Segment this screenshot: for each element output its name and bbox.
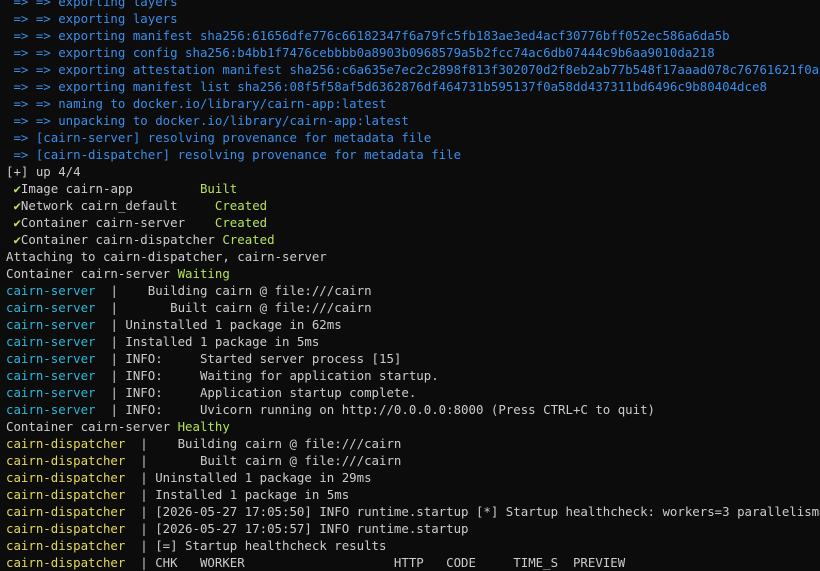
dispatcher-log-line: cairn-dispatcher | [=] Startup healthche…: [6, 537, 820, 554]
terminal-text-segment: => => exporting attestation manifest sha…: [6, 62, 820, 77]
server-log-line: cairn-server | Installed 1 package in 5m…: [6, 333, 820, 350]
terminal-text-segment: => => naming to docker.io/library/cairn-…: [6, 96, 387, 111]
terminal-text-segment: => [cairn-server] resolving provenance f…: [6, 130, 432, 145]
checkmark-icon: ✔: [6, 232, 21, 247]
terminal-text-segment: => => unpacking to docker.io/library/cai…: [6, 113, 409, 128]
terminal-text-segment: Container cairn-server: [6, 266, 178, 281]
terminal-text-segment: Healthy: [177, 419, 230, 434]
terminal-text-segment: | [=] Startup healthcheck results: [140, 538, 387, 553]
build-step-line: => => exporting manifest list sha256:08f…: [6, 78, 820, 95]
terminal-text-segment: cairn-dispatcher: [6, 555, 141, 570]
dispatcher-log-line: cairn-dispatcher | Installed 1 package i…: [6, 486, 820, 503]
terminal-text-segment: Container cairn-server: [20, 215, 215, 230]
terminal-text-segment: => => exporting config sha256:b4bb1f7476…: [6, 45, 715, 60]
terminal-text-segment: | Uninstalled 1 package in 62ms: [110, 317, 342, 332]
terminal-text-segment: cairn-server: [6, 385, 111, 400]
terminal-text-segment: cairn-server: [6, 368, 111, 383]
terminal-text-segment: cairn-dispatcher: [6, 487, 141, 502]
checkmark-icon: ✔: [6, 198, 21, 213]
server-log-line: cairn-server | Uninstalled 1 package in …: [6, 316, 820, 333]
build-step-line: => [cairn-dispatcher] resolving provenan…: [6, 146, 820, 163]
dispatcher-log-line: cairn-dispatcher | CHK WORKER HTTP CODE …: [6, 554, 820, 571]
attach-line: Attaching to cairn-dispatcher, cairn-ser…: [6, 248, 820, 265]
container-status-line: Container cairn-server Waiting: [6, 265, 820, 282]
terminal-output[interactable]: => => exporting layers => => exporting l…: [6, 0, 820, 571]
checkmark-icon: ✔: [6, 181, 21, 196]
dispatcher-log-line: cairn-dispatcher | Building cairn @ file…: [6, 435, 820, 452]
terminal-text-segment: cairn-dispatcher: [6, 538, 141, 553]
server-log-line: cairn-server | Building cairn @ file:///…: [6, 282, 820, 299]
dispatcher-log-line: cairn-dispatcher | [2026-05-27 17:05:50]…: [6, 503, 820, 520]
terminal-text-segment: => => exporting manifest sha256:61656dfe…: [6, 28, 730, 43]
terminal-text-segment: cairn-server: [6, 351, 111, 366]
terminal-text-segment: | Built cairn @ file:///cairn: [140, 453, 402, 468]
terminal-text-segment: | [2026-05-27 17:05:50] INFO runtime.sta…: [140, 504, 820, 519]
dispatcher-log-line: cairn-dispatcher | Built cairn @ file://…: [6, 452, 820, 469]
terminal-text-segment: Created: [214, 215, 268, 230]
dispatcher-log-line: cairn-dispatcher | Uninstalled 1 package…: [6, 469, 820, 486]
terminal-text-segment: => => exporting manifest list sha256:08f…: [6, 79, 767, 94]
build-step-line: => [cairn-server] resolving provenance f…: [6, 129, 820, 146]
build-step-line: => => exporting manifest sha256:61656dfe…: [6, 27, 820, 44]
server-log-line: cairn-server | Built cairn @ file:///cai…: [6, 299, 820, 316]
terminal-text-segment: | INFO: Uvicorn running on http://0.0.0.…: [110, 402, 656, 417]
terminal-text-segment: | Installed 1 package in 5ms: [140, 487, 350, 502]
terminal-text-segment: cairn-dispatcher: [6, 436, 141, 451]
build-step-line: => => exporting config sha256:b4bb1f7476…: [6, 44, 820, 61]
terminal-text-segment: Created: [222, 232, 275, 247]
terminal-text-segment: [+] up 4/4: [6, 164, 81, 179]
container-status-line: Container cairn-server Healthy: [6, 418, 820, 435]
terminal-text-segment: | Uninstalled 1 package in 29ms: [140, 470, 372, 485]
terminal-text-segment: | INFO: Started server process [15]: [110, 351, 402, 366]
build-step-line: => => exporting layers: [6, 10, 820, 27]
terminal-text-segment: Attaching to cairn-dispatcher, cairn-ser…: [6, 249, 327, 264]
terminal-text-segment: | Installed 1 package in 5ms: [110, 334, 320, 349]
server-log-line: cairn-server | INFO: Started server proc…: [6, 350, 820, 367]
server-log-line: cairn-server | INFO: Application startup…: [6, 384, 820, 401]
compose-progress-line: [+] up 4/4: [6, 163, 820, 180]
terminal-text-segment: Network cairn_default: [20, 198, 215, 213]
terminal-text-segment: cairn-dispatcher: [6, 504, 141, 519]
terminal-text-segment: | [2026-05-27 17:05:57] INFO runtime.sta…: [140, 521, 469, 536]
terminal-text-segment: cairn-dispatcher: [6, 453, 141, 468]
terminal-text-segment: | Building cairn @ file:///cairn: [140, 436, 402, 451]
terminal-text-segment: Container cairn-server: [6, 419, 178, 434]
terminal-text-segment: | INFO: Waiting for application startup.: [110, 368, 439, 383]
terminal-text-segment: cairn-server: [6, 300, 111, 315]
checkmark-icon: ✔: [6, 215, 21, 230]
terminal-text-segment: cairn-server: [6, 317, 111, 332]
terminal-text-segment: Created: [214, 198, 268, 213]
terminal-text-segment: | Building cairn @ file:///cairn: [110, 283, 372, 298]
terminal-text-segment: Waiting: [177, 266, 230, 281]
build-step-line: => => exporting layers: [6, 0, 820, 10]
build-step-line: => => naming to docker.io/library/cairn-…: [6, 95, 820, 112]
compose-resource-line: ✔Image cairn-app Built: [6, 180, 820, 197]
terminal-text-segment: cairn-server: [6, 402, 111, 417]
terminal-text-segment: Built: [199, 181, 238, 196]
dispatcher-log-line: cairn-dispatcher | [2026-05-27 17:05:57]…: [6, 520, 820, 537]
terminal-text-segment: cairn-server: [6, 334, 111, 349]
server-log-line: cairn-server | INFO: Uvicorn running on …: [6, 401, 820, 418]
terminal-text-segment: => => exporting layers: [6, 0, 178, 9]
build-step-line: => => unpacking to docker.io/library/cai…: [6, 112, 820, 129]
build-step-line: => => exporting attestation manifest sha…: [6, 61, 820, 78]
terminal-text-segment: Image cairn-app: [20, 181, 200, 196]
terminal-text-segment: | CHK WORKER HTTP CODE TIME_S PREVIEW: [140, 555, 626, 570]
terminal-text-segment: Container cairn-dispatcher: [20, 232, 223, 247]
terminal-text-segment: => [cairn-dispatcher] resolving provenan…: [6, 147, 462, 162]
compose-resource-line: ✔Network cairn_default Created: [6, 197, 820, 214]
compose-resource-line: ✔Container cairn-server Created: [6, 214, 820, 231]
terminal-text-segment: cairn-dispatcher: [6, 470, 141, 485]
terminal-text-segment: => => exporting layers: [6, 11, 178, 26]
server-log-line: cairn-server | INFO: Waiting for applica…: [6, 367, 820, 384]
terminal-text-segment: | INFO: Application startup complete.: [110, 385, 417, 400]
terminal-text-segment: cairn-dispatcher: [6, 521, 141, 536]
terminal-text-segment: cairn-server: [6, 283, 111, 298]
compose-resource-line: ✔Container cairn-dispatcher Created: [6, 231, 820, 248]
terminal-text-segment: | Built cairn @ file:///cairn: [110, 300, 372, 315]
